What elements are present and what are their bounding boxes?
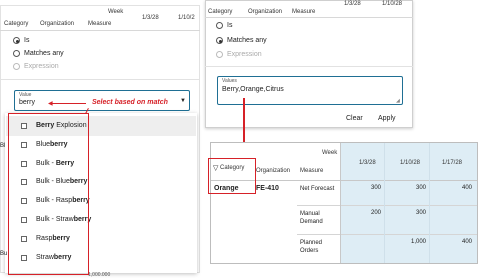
result-date-2: 1/10/28 (400, 160, 421, 166)
result-row-divider-2 (297, 234, 477, 235)
right-radio-is[interactable] (216, 22, 223, 29)
radio-expression[interactable] (13, 63, 20, 70)
right-measure-header[interactable]: Measure (292, 9, 315, 15)
callout-text: Select based on match (92, 99, 168, 106)
radio-matches-any-label: Matches any (24, 50, 64, 57)
result-week-header: Week (322, 150, 338, 156)
result-organization-header[interactable]: Organization (256, 168, 290, 174)
callout-arrowhead-icon: ◀ (48, 101, 53, 107)
right-organization-header[interactable]: Organization (248, 9, 282, 15)
date-header-2: 1/10/2 (178, 15, 195, 21)
right-header-divider (205, 17, 413, 18)
values-text[interactable]: Berry,Orange,Citrus (222, 86, 284, 93)
callout-arrow-line (52, 103, 86, 104)
right-category-header[interactable]: Category (208, 9, 232, 15)
result-value-cell[interactable]: 300 (390, 185, 426, 191)
result-organization-value: FE-410 (256, 185, 279, 192)
right-radio-expression-label: Expression (227, 51, 262, 58)
side-fragment-2: Bu (0, 251, 8, 257)
result-value-cell[interactable]: 300 (390, 210, 426, 216)
result-value-cell[interactable]: 400 (436, 185, 472, 191)
clear-button[interactable]: Clear (346, 115, 363, 122)
panel-divider (0, 79, 200, 80)
right-radio-is-label: Is (227, 22, 233, 29)
organization-header[interactable]: Organization (40, 21, 74, 27)
result-col-divider-2 (384, 143, 385, 263)
result-col-divider-3 (429, 143, 430, 263)
right-date-1: 1/3/28 (344, 1, 361, 7)
result-measure-cell: Net Forecast (300, 186, 335, 192)
filter-panel-right (205, 0, 413, 128)
right-radio-matches-any[interactable] (216, 37, 223, 44)
result-value-cell[interactable]: 400 (436, 239, 472, 245)
result-col-divider (340, 143, 341, 263)
right-panel-divider (205, 66, 413, 67)
category-header[interactable]: Category (4, 21, 28, 27)
radio-is-label: Is (24, 37, 30, 44)
right-date-2: 1/10/28 (382, 1, 403, 7)
result-category-highlight (208, 158, 256, 194)
result-measure-header[interactable]: Measure (300, 168, 323, 174)
result-row-divider-1 (297, 205, 477, 206)
radio-is[interactable] (13, 37, 20, 44)
side-fragment-1: Bl (0, 143, 6, 149)
chevron-down-icon[interactable]: ▼ (180, 98, 186, 104)
right-radio-matches-any-label: Matches any (227, 37, 267, 44)
result-date-1: 1/3/28 (359, 160, 376, 166)
result-value-cell[interactable]: 200 (345, 210, 381, 216)
value-input-label: Value (19, 92, 32, 98)
week-header: Week (108, 9, 124, 15)
resize-handle-icon[interactable]: ◢ (396, 98, 400, 104)
bottom-fragment: 1,000.000 (88, 272, 111, 278)
date-header-1: 1/3/28 (142, 15, 159, 21)
measure-header[interactable]: Measure (88, 21, 111, 27)
result-measure-cell: Manual Demand (300, 211, 323, 225)
result-value-cell[interactable]: 1,000 (390, 239, 426, 245)
right-radio-expression[interactable] (216, 51, 223, 58)
value-input-text[interactable]: berry (19, 99, 35, 106)
result-measure-cell: Planned Orders (300, 240, 323, 254)
result-value-cell[interactable]: 300 (345, 185, 381, 191)
radio-expression-label: Expression (24, 63, 59, 70)
radio-matches-any[interactable] (13, 50, 20, 57)
result-date-3: 1/17/28 (442, 160, 463, 166)
values-label: Values (222, 78, 237, 84)
apply-button[interactable]: Apply (378, 115, 396, 122)
header-divider (0, 30, 200, 31)
dropdown-highlight-box (8, 113, 89, 275)
